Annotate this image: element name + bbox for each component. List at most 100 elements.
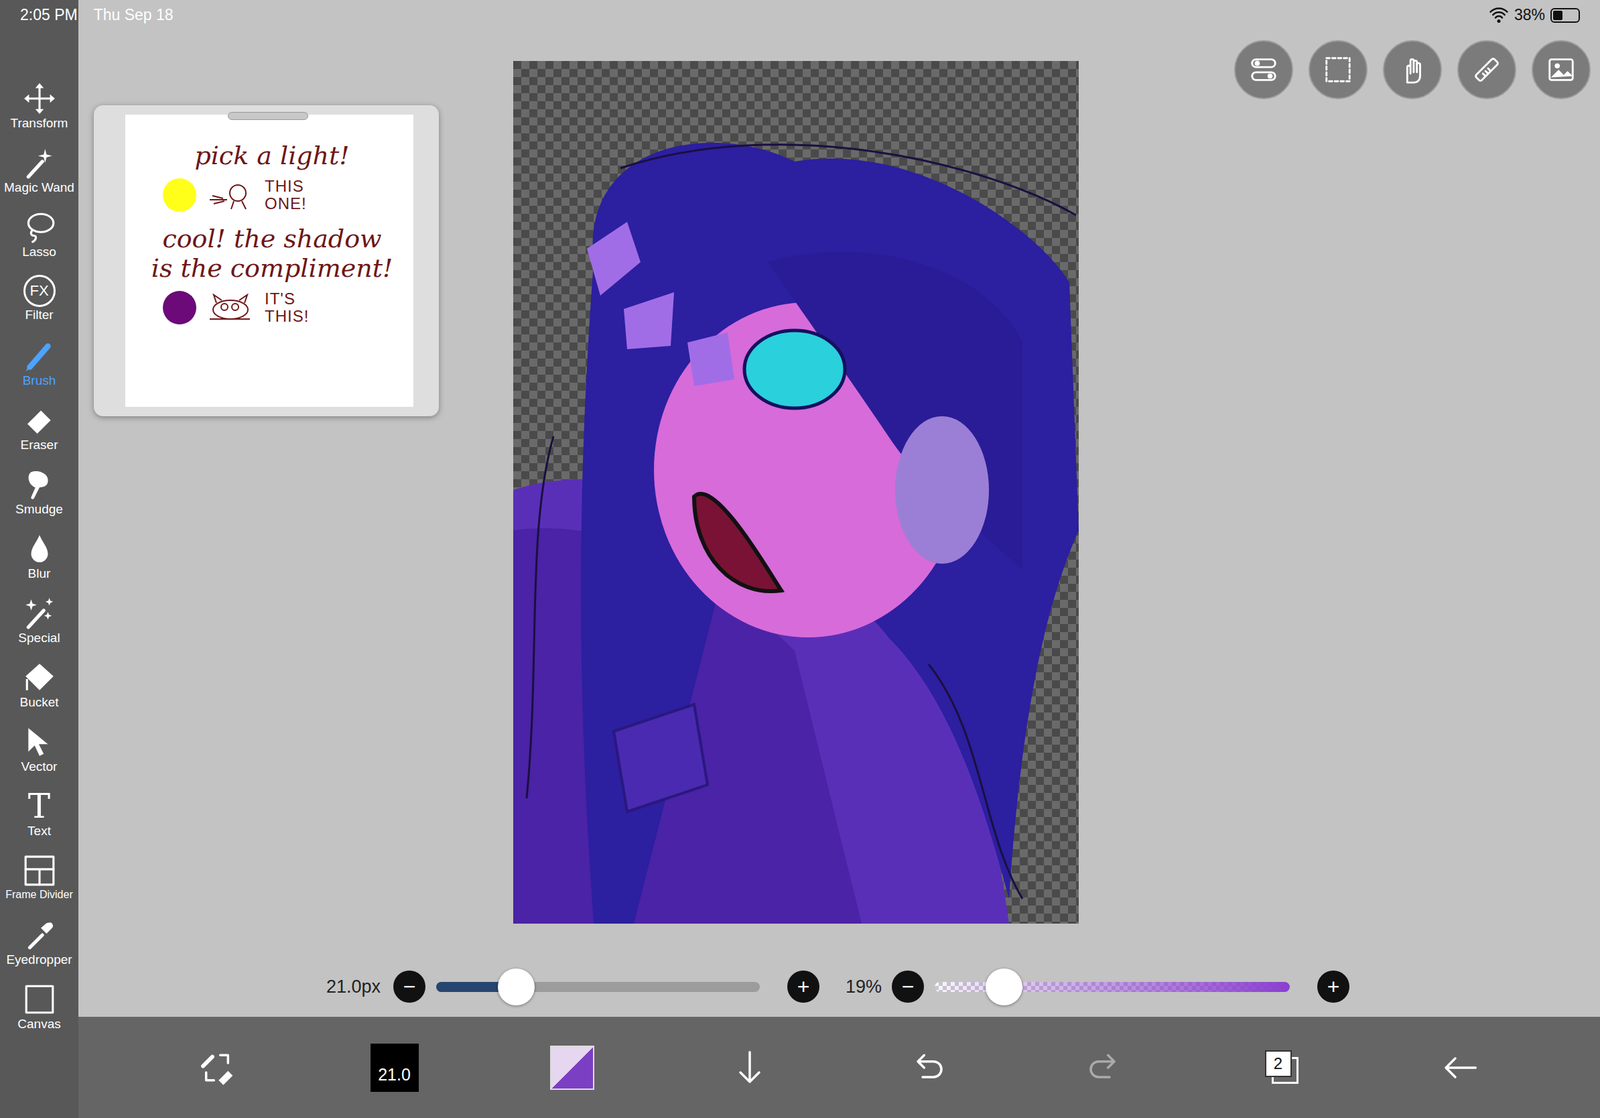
hand-button[interactable] — [1382, 40, 1442, 100]
layers-button[interactable]: 2 — [1193, 1048, 1371, 1087]
lasso-icon — [22, 210, 57, 244]
color-swatch — [550, 1045, 595, 1090]
tool-button[interactable]: Brush — [0, 339, 79, 404]
tool-sidebar: TransformMagic Wand Lasso FXFilter Brush Era… — [0, 0, 79, 1118]
heading-line: is the compliment! — [144, 253, 400, 284]
tool-label: Lasso — [22, 245, 57, 260]
cat-doodle-icon — [207, 292, 254, 323]
caption-line: THIS — [264, 177, 307, 195]
clock: 2:05 PM — [20, 3, 78, 27]
status-right: 38% — [1488, 3, 1580, 27]
frame-divider-icon — [22, 853, 57, 888]
increase-button[interactable]: + — [1317, 970, 1350, 1003]
bucket-icon — [22, 660, 57, 695]
slider-thumb[interactable] — [985, 968, 1023, 1006]
layer-count: 2 — [1264, 1049, 1292, 1077]
tool-button[interactable]: Smudge — [0, 467, 79, 532]
swatch-caption: THISONE! — [264, 177, 307, 214]
tool-button[interactable]: Eraser — [0, 403, 79, 468]
layers-icon: 2 — [1263, 1048, 1302, 1087]
status-bar: 2:05 PMThu Sep 1838% — [0, 0, 1600, 31]
tool-label: Canvas — [17, 1017, 61, 1032]
slider-fill — [436, 981, 516, 992]
color-dot — [162, 290, 197, 325]
swatch-caption: IT'STHIS! — [264, 290, 309, 326]
ruler-button[interactable] — [1457, 40, 1517, 100]
selection-button[interactable] — [1308, 40, 1368, 100]
tool-label: Bucket — [19, 695, 59, 710]
swap-tools-icon — [198, 1048, 236, 1087]
wifi-icon — [1488, 6, 1509, 24]
slider-thumb[interactable] — [497, 968, 535, 1006]
tool-label: Special — [18, 631, 60, 646]
reference-swatch-row: IT'STHIS! — [162, 290, 400, 326]
image-button[interactable] — [1531, 40, 1591, 100]
color-button[interactable] — [483, 1045, 661, 1090]
tool-label: Vector — [21, 759, 58, 774]
undo-button[interactable] — [838, 1048, 1016, 1087]
eyedropper-icon — [22, 917, 57, 952]
opacity-reading: 19% — [845, 972, 892, 1001]
tool-button[interactable]: Transform — [0, 81, 79, 147]
pointing-doodle-icon — [207, 179, 254, 211]
tool-label: Filter — [24, 308, 53, 323]
tool-button[interactable]: Magic Wand — [0, 146, 79, 211]
tool-label: Text — [27, 824, 51, 839]
tool-label: Frame Divider — [5, 888, 73, 901]
heading-line: cool! the shadow — [144, 224, 400, 254]
tool-label: Eyedropper — [6, 952, 72, 967]
toggles-button[interactable] — [1234, 40, 1294, 100]
tool-button[interactable]: FXFilter — [0, 274, 79, 340]
smudge-icon — [22, 467, 57, 502]
reference-handle[interactable] — [227, 111, 309, 120]
tool-button[interactable]: Frame Divider — [0, 853, 79, 918]
tool-button[interactable]: Bucket — [0, 660, 79, 725]
bottom-toolbar: 21.02 — [78, 1016, 1600, 1118]
brush-size-slider[interactable] — [436, 981, 760, 992]
tool-button[interactable]: Eyedropper — [0, 917, 79, 983]
reference-heading: cool! the shadowis the compliment! — [144, 224, 400, 283]
reference-image: pick a light! THISONE! cool! the shadowis … — [125, 114, 414, 407]
hand-icon — [1396, 54, 1428, 86]
slider-fill — [934, 981, 1004, 992]
redo-button[interactable] — [1015, 1048, 1194, 1087]
tool-button[interactable]: Special — [0, 596, 79, 661]
tool-button[interactable]: TText — [0, 789, 79, 854]
caption-line: THIS! — [264, 307, 309, 325]
brush-icon — [22, 339, 57, 373]
main-area: pick a light! THISONE! cool! the shadowis … — [78, 0, 1600, 1118]
back-arrow-icon — [1441, 1048, 1479, 1087]
heading-line: pick a light! — [144, 141, 400, 171]
drawing-canvas[interactable] — [513, 60, 1079, 924]
tool-button[interactable]: Blur — [0, 531, 79, 597]
tool-label: Blur — [28, 566, 51, 581]
text-icon: T — [28, 789, 51, 823]
special-icon — [22, 596, 57, 630]
brush-eraser-swap-button[interactable] — [127, 1048, 306, 1087]
selection-icon — [1322, 54, 1354, 86]
tool-button[interactable]: Vector — [0, 724, 79, 790]
brush-size-badge: 21.0 — [370, 1043, 419, 1092]
tool-label: Brush — [22, 373, 57, 388]
tool-button[interactable]: Lasso — [0, 210, 79, 275]
canvas-icon — [22, 982, 57, 1016]
brush-size-button[interactable]: 21.0 — [305, 1043, 484, 1092]
workspace: pick a light! THISONE! cool! the shadowis … — [78, 0, 1600, 957]
decrease-button[interactable]: − — [891, 970, 924, 1003]
battery-fill — [1553, 10, 1563, 21]
slider-row: 21.0px−+19%−+ — [78, 956, 1600, 1017]
opacity-slider[interactable] — [934, 981, 1290, 992]
reference-swatch-row: THISONE! — [162, 177, 400, 214]
back-button[interactable] — [1370, 1048, 1549, 1087]
magic-wand-icon — [22, 146, 57, 180]
tool-button[interactable]: Canvas — [0, 982, 79, 1047]
increase-button[interactable]: + — [787, 970, 820, 1003]
undo-icon — [908, 1048, 947, 1087]
filter-icon: FX — [23, 274, 56, 307]
battery-icon — [1550, 8, 1580, 23]
transform-icon — [22, 81, 57, 116]
decrease-button[interactable]: − — [393, 970, 426, 1003]
tool-label: Smudge — [15, 502, 63, 517]
download-button[interactable] — [660, 1048, 839, 1087]
reference-window[interactable]: pick a light! THISONE! cool! the shadowis … — [93, 105, 439, 417]
